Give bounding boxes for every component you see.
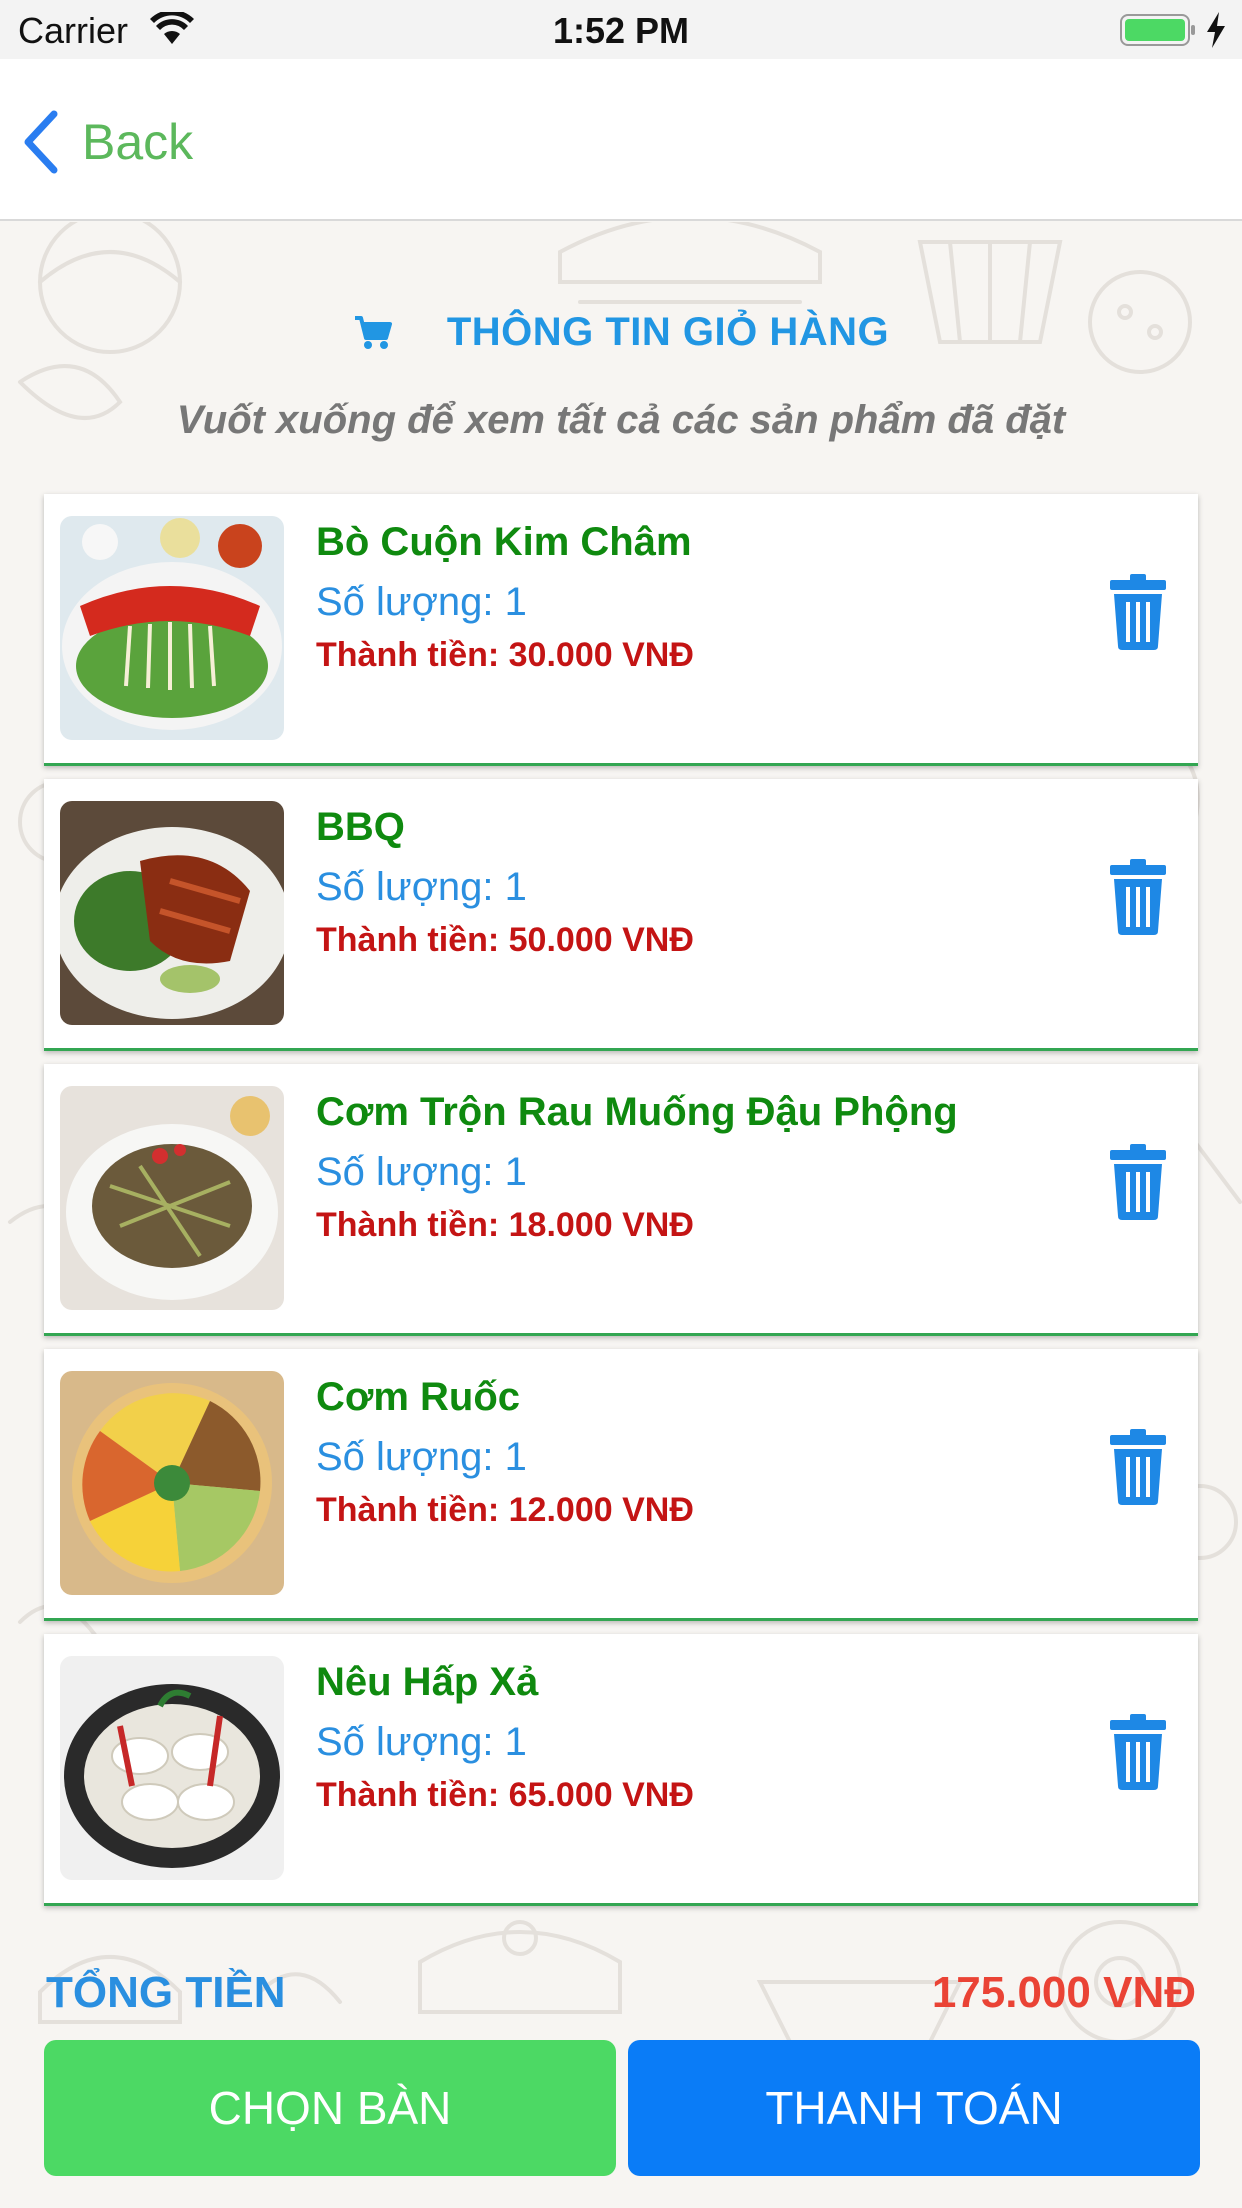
food-thumbnail	[60, 801, 284, 1025]
cart-item[interactable]: Cơm Ruốc Số lượng: 1 Thành tiền: 12.000 …	[44, 1349, 1198, 1621]
cart-item[interactable]: BBQ Số lượng: 1 Thành tiền: 50.000 VNĐ	[44, 779, 1198, 1051]
page-title: THÔNG TIN GIỎ HÀNG	[446, 309, 890, 354]
cart-item[interactable]: Cơm Trộn Rau Muống Đậu Phộng Số lượng: 1…	[44, 1064, 1198, 1336]
item-quantity: Số lượng: 1	[316, 1720, 527, 1764]
item-subtotal: Thành tiền: 30.000 VNĐ	[316, 636, 694, 674]
item-quantity: Số lượng: 1	[316, 865, 527, 909]
charging-bolt-icon	[1207, 12, 1225, 48]
battery-icon	[1120, 14, 1195, 46]
item-subtotal: Thành tiền: 18.000 VNĐ	[316, 1206, 694, 1244]
item-name: BBQ	[316, 805, 405, 849]
back-button[interactable]: Back	[20, 107, 193, 177]
item-quantity: Số lượng: 1	[316, 1435, 527, 1479]
choose-table-button[interactable]: CHỌN BÀN	[44, 2040, 616, 2176]
back-label: Back	[82, 114, 194, 170]
cart-header: THÔNG TIN GIỎ HÀNG	[0, 300, 1242, 364]
food-thumbnail	[60, 1656, 284, 1880]
status-time: 1:52 PM	[552, 10, 690, 51]
trash-icon[interactable]	[1110, 1714, 1166, 1790]
food-thumbnail	[60, 1086, 284, 1310]
trash-icon[interactable]	[1110, 1429, 1166, 1505]
item-quantity: Số lượng: 1	[316, 1150, 527, 1194]
item-subtotal: Thành tiền: 50.000 VNĐ	[316, 921, 694, 959]
item-subtotal: Thành tiền: 12.000 VNĐ	[316, 1491, 694, 1529]
item-subtotal: Thành tiền: 65.000 VNĐ	[316, 1776, 694, 1814]
total-value: 175.000 VNĐ	[931, 1968, 1196, 2017]
status-bar: Carrier 1:52 PM	[0, 0, 1242, 59]
item-name: Bò Cuộn Kim Châm	[316, 520, 692, 564]
item-quantity: Số lượng: 1	[316, 580, 527, 624]
cart-item[interactable]: Nêu Hấp Xả Số lượng: 1 Thành tiền: 65.00…	[44, 1634, 1198, 1906]
checkout-button[interactable]: THANH TOÁN	[628, 2040, 1200, 2176]
item-name: Cơm Ruốc	[316, 1375, 521, 1419]
trash-icon[interactable]	[1110, 574, 1166, 650]
total-label: TỔNG TIỀN	[46, 1968, 286, 2017]
order-total: TỔNG TIỀN 175.000 VNĐ	[46, 1968, 1196, 2028]
cart-item[interactable]: Bò Cuộn Kim Châm Số lượng: 1 Thành tiền:…	[44, 494, 1198, 766]
page-subtitle: Vuốt xuống để xem tất cả các sản phẩm đã…	[176, 398, 1066, 442]
food-thumbnail	[60, 516, 284, 740]
food-thumbnail	[60, 1371, 284, 1595]
chevron-left-icon	[24, 110, 58, 174]
trash-icon[interactable]	[1110, 1144, 1166, 1220]
nav-bar: Back	[0, 59, 1242, 221]
item-name: Cơm Trộn Rau Muống Đậu Phộng	[316, 1090, 958, 1134]
shopping-cart-icon	[354, 316, 392, 349]
item-name: Nêu Hấp Xả	[316, 1660, 539, 1704]
trash-icon[interactable]	[1110, 859, 1166, 935]
